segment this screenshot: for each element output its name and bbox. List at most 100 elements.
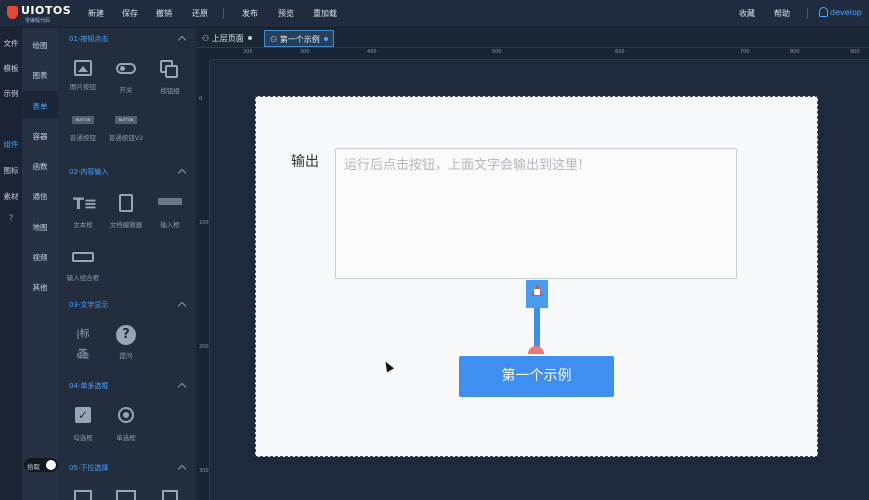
user-icon <box>819 7 828 17</box>
section-content-input[interactable]: 02-内容输入 <box>69 167 108 177</box>
user-name: develop <box>830 8 862 17</box>
component-textbox[interactable]: T≡ 文本框 <box>63 194 103 229</box>
top-bar: UIOTOS 零编程代码 新建 保存 撤销 还原 发布 预览 重加载 收藏 帮助… <box>0 0 869 28</box>
component-normal-button-v2[interactable]: BUTTON 普通按钮V2 <box>106 116 146 142</box>
component-checkbox[interactable]: ✓ 勾选框 <box>63 407 103 442</box>
select-component-icon[interactable] <box>116 490 136 500</box>
logo-shield-icon <box>7 6 18 19</box>
component-label[interactable]: |标签 标签 <box>63 325 103 360</box>
section-text-display[interactable]: 03-文字显示 <box>69 300 108 310</box>
ruler-tick: 200 <box>243 49 253 55</box>
checkbox-icon: ✓ <box>75 407 91 423</box>
sidebar-item-example[interactable]: 示例 <box>0 88 22 99</box>
chevron-up-icon[interactable] <box>178 302 186 310</box>
chevron-up-icon[interactable] <box>178 465 186 473</box>
ruler-tick: 700 <box>740 49 750 55</box>
new-button[interactable]: 新建 <box>88 8 104 19</box>
ruler-tick: 600 <box>615 49 625 55</box>
radio-icon <box>118 407 134 423</box>
component-label: 单选框 <box>106 432 146 442</box>
ruler-tick: 300 <box>199 468 209 474</box>
category-other[interactable]: 其他 <box>22 282 58 293</box>
horizontal-ruler: 200 400 500 600 700 300 800 900 <box>210 48 869 60</box>
ruler-tick: 300 <box>300 49 310 55</box>
first-example-button[interactable]: 第一个示例 <box>459 356 614 397</box>
component-tooltip[interactable]: ? 提问 <box>106 325 146 360</box>
category-sidebar: 绘图 图表 表单 容器 函数 通信 地图 视频 其他 <box>22 28 58 500</box>
logo-subtitle: 零编程代码 <box>25 17 50 24</box>
component-label: 开关 <box>106 84 146 94</box>
reload-button[interactable]: 重加载 <box>313 8 337 19</box>
calendar-component-icon[interactable] <box>162 490 178 500</box>
page-tab-bar: ⚇ 上层页面 ⚇ 第一个示例 <box>196 28 869 48</box>
image-icon <box>74 60 92 76</box>
help-button[interactable]: 帮助 <box>774 8 790 19</box>
section-single-multi-select[interactable]: 04-单多选框 <box>69 381 108 391</box>
component-input-combo[interactable]: 输入组合框 <box>63 249 103 282</box>
toggle-knob <box>46 460 56 470</box>
question-icon: ? <box>116 325 136 345</box>
category-function[interactable]: 函数 <box>22 161 58 172</box>
app-logo: UIOTOS 零编程代码 <box>7 4 67 24</box>
category-communication[interactable]: 通信 <box>22 191 58 202</box>
tab-current-page[interactable]: ⚇ 第一个示例 <box>264 30 334 47</box>
output-label: 输出 <box>291 151 319 171</box>
category-chart[interactable]: 图表 <box>22 70 58 81</box>
user-menu[interactable]: develop <box>819 7 862 17</box>
ruler-tick: 800 <box>790 49 800 55</box>
category-form[interactable]: 表单 <box>22 101 58 112</box>
ruler-corner <box>196 48 210 60</box>
text-icon: T≡ <box>73 194 93 214</box>
save-button[interactable]: 保存 <box>122 8 138 19</box>
component-label: 文档编辑器 <box>106 219 146 229</box>
publish-button[interactable]: 发布 <box>242 8 258 19</box>
button-thumb-icon: BUTTON <box>115 116 137 124</box>
section-dropdown[interactable]: 05-下拉选择 <box>69 463 108 473</box>
ruler-tick: 200 <box>199 344 209 350</box>
tab-dot <box>248 36 252 40</box>
chevron-up-icon[interactable] <box>178 383 186 391</box>
category-draw[interactable]: 绘图 <box>22 40 58 51</box>
ruler-tick: 400 <box>367 49 377 55</box>
component-label: 普通按钮V2 <box>106 132 146 142</box>
button-thumb-icon: BUTTON <box>72 116 94 124</box>
category-video[interactable]: 视频 <box>22 252 58 263</box>
category-container[interactable]: 容器 <box>22 131 58 142</box>
help-circle-icon[interactable]: ? <box>0 214 22 224</box>
component-input[interactable]: 输入框 <box>150 194 190 229</box>
category-map[interactable]: 地图 <box>22 222 58 233</box>
primary-sidebar: 文件 模板 示例 组件 图标 素材 ? <box>0 28 22 500</box>
ruler-tick: 500 <box>492 49 502 55</box>
component-label: 图片按钮 <box>63 81 103 91</box>
sidebar-item-template[interactable]: 模板 <box>0 63 22 74</box>
component-image-button[interactable]: 图片按钮 <box>63 60 103 91</box>
component-radio[interactable]: 单选框 <box>106 407 146 442</box>
undo-button[interactable]: 撤销 <box>156 8 172 19</box>
anchor-square-icon <box>534 289 540 295</box>
sidebar-item-material[interactable]: 素材 <box>0 191 22 202</box>
chevron-up-icon[interactable] <box>178 36 186 44</box>
component-label: 文本框 <box>63 219 103 229</box>
tab-parent-page[interactable]: ⚇ 上层页面 <box>202 30 252 47</box>
redo-button[interactable]: 还原 <box>192 8 208 19</box>
pick-toggle[interactable]: 拾取 <box>24 458 58 472</box>
section-button-click[interactable]: 01-按钮点击 <box>69 34 108 44</box>
menu-divider <box>807 8 808 19</box>
component-switch[interactable]: 开关 <box>106 60 146 94</box>
chevron-up-icon[interactable] <box>178 169 186 177</box>
preview-button[interactable]: 预览 <box>278 8 294 19</box>
switch-icon <box>116 63 136 74</box>
component-label: 普通按钮 <box>63 132 103 142</box>
sidebar-item-component[interactable]: 组件 <box>0 139 22 150</box>
sidebar-item-icon[interactable]: 图标 <box>0 165 22 176</box>
menu-divider <box>223 8 224 19</box>
connection-anchor[interactable] <box>526 280 548 308</box>
favorite-button[interactable]: 收藏 <box>739 8 755 19</box>
component-normal-button[interactable]: BUTTON 普通按钮 <box>63 116 103 142</box>
output-textarea[interactable]: 运行后点击按钮，上面文字会输出到这里! <box>335 148 737 279</box>
sidebar-item-file[interactable]: 文件 <box>0 38 22 49</box>
component-doc-editor[interactable]: 文档编辑器 <box>106 194 146 229</box>
output-placeholder: 运行后点击按钮，上面文字会输出到这里! <box>344 154 583 173</box>
dropdown-component-icon[interactable] <box>74 490 92 500</box>
component-button-group[interactable]: 按钮组 <box>150 60 190 95</box>
